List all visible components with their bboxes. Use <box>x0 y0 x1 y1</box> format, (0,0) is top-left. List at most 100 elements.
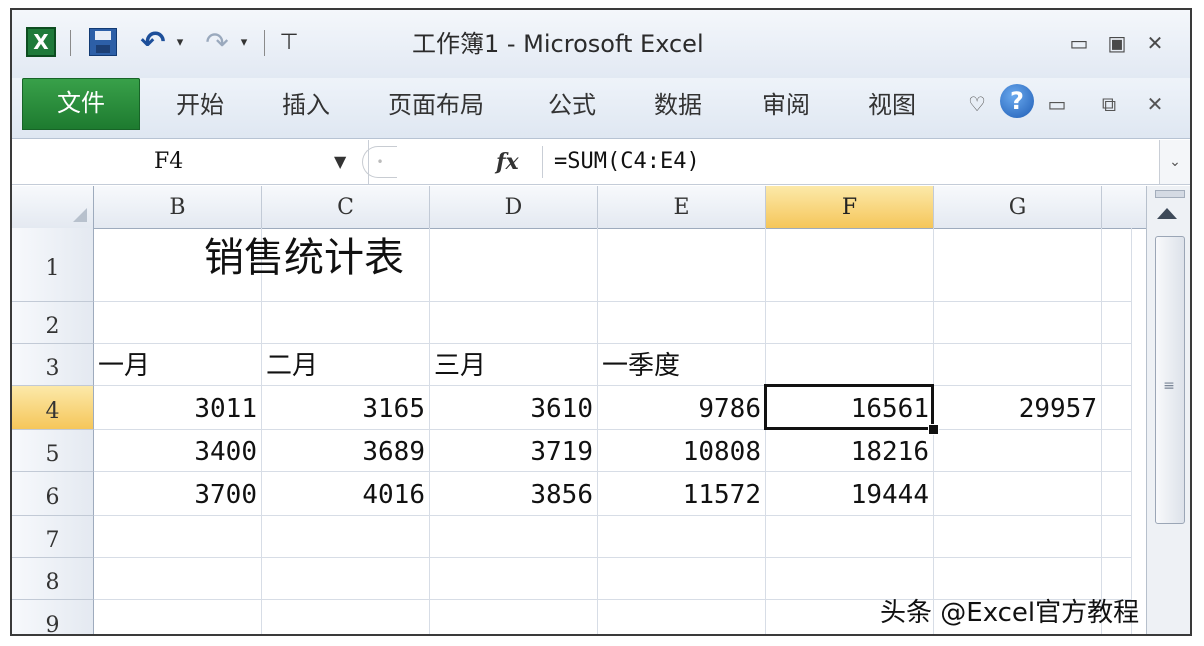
tab-data[interactable]: 数据 <box>654 78 702 130</box>
name-box[interactable]: F4 ▼ <box>12 140 369 184</box>
row-header-6[interactable]: 6 <box>12 472 94 516</box>
table-cell[interactable] <box>262 302 430 344</box>
sheet-title-cell[interactable]: 销售统计表 <box>204 228 404 288</box>
row-header-2[interactable]: 2 <box>12 302 94 344</box>
table-cell[interactable]: 3165 <box>262 386 430 430</box>
table-cell[interactable] <box>94 302 262 344</box>
table-cell[interactable]: 3610 <box>430 386 598 430</box>
table-cell[interactable] <box>430 302 598 344</box>
collapse-ribbon-button[interactable]: ♡ <box>964 88 990 120</box>
table-cell[interactable] <box>766 228 934 302</box>
table-cell[interactable] <box>1102 430 1132 472</box>
table-cell[interactable] <box>1102 302 1132 344</box>
table-cell[interactable] <box>94 558 262 600</box>
table-cell[interactable]: 3400 <box>94 430 262 472</box>
header-cell[interactable]: 一季度 <box>598 344 766 386</box>
help-icon[interactable]: ? <box>1000 84 1034 118</box>
row-header-7[interactable]: 7 <box>12 516 94 558</box>
column-header-f[interactable]: F <box>766 186 934 228</box>
row-header-3[interactable]: 3 <box>12 344 94 386</box>
undo-button[interactable]: ↶ <box>136 24 170 60</box>
scroll-up-icon[interactable] <box>1157 208 1177 219</box>
tab-page-layout[interactable]: 页面布局 <box>388 78 484 130</box>
table-cell[interactable]: 19444 <box>766 472 934 516</box>
table-cell[interactable]: 11572 <box>598 472 766 516</box>
column-header-g[interactable]: G <box>934 186 1102 228</box>
restore-button[interactable]: ▣ <box>1102 28 1132 58</box>
customize-qat-button[interactable]: ⊤ <box>276 24 302 60</box>
table-cell[interactable]: 3011 <box>94 386 262 430</box>
redo-button[interactable]: ↷ <box>202 24 232 60</box>
table-cell[interactable] <box>934 472 1102 516</box>
table-cell[interactable] <box>430 228 598 302</box>
table-cell[interactable] <box>934 516 1102 558</box>
row-header-4[interactable]: 4 <box>12 386 94 430</box>
table-cell[interactable]: 10808 <box>598 430 766 472</box>
table-cell[interactable] <box>1102 516 1132 558</box>
split-handle[interactable] <box>1155 190 1185 198</box>
table-cell[interactable] <box>262 516 430 558</box>
row-header-8[interactable]: 8 <box>12 558 94 600</box>
table-cell[interactable] <box>934 430 1102 472</box>
table-cell[interactable] <box>262 600 430 634</box>
expand-formula-bar-button[interactable]: ⌄ <box>1159 140 1190 184</box>
fill-handle[interactable] <box>928 424 939 435</box>
table-cell[interactable] <box>934 344 1102 386</box>
table-cell[interactable] <box>934 302 1102 344</box>
table-cell[interactable] <box>934 228 1102 302</box>
table-cell[interactable]: 3700 <box>94 472 262 516</box>
select-all-corner[interactable] <box>12 186 94 228</box>
table-cell[interactable] <box>430 558 598 600</box>
vertical-scrollbar[interactable]: ≡ <box>1146 186 1190 634</box>
tab-home[interactable]: 开始 <box>176 78 224 130</box>
doc-restore-button[interactable]: ⧉ <box>1096 88 1122 120</box>
table-cell[interactable] <box>598 558 766 600</box>
tab-file[interactable]: 文件 <box>22 78 140 130</box>
doc-close-button[interactable]: ✕ <box>1142 88 1168 120</box>
header-cell[interactable]: 三月 <box>430 344 598 386</box>
column-header-b[interactable]: B <box>94 186 262 228</box>
insert-function-icon[interactable]: fx <box>496 140 519 184</box>
minimize-button[interactable]: ▭ <box>1064 28 1094 58</box>
excel-app-icon[interactable]: X <box>24 24 58 60</box>
redo-dropdown-button[interactable]: ▾ <box>236 24 252 60</box>
tab-formulas[interactable]: 公式 <box>548 78 596 130</box>
table-cell[interactable] <box>766 302 934 344</box>
formula-bar-resize-handle[interactable]: • <box>362 146 397 178</box>
row-header-5[interactable]: 5 <box>12 430 94 472</box>
row-header-1[interactable]: 1 <box>12 228 94 302</box>
undo-dropdown-button[interactable]: ▾ <box>172 24 188 60</box>
table-cell[interactable] <box>766 516 934 558</box>
table-cell[interactable] <box>262 558 430 600</box>
column-header-c[interactable]: C <box>262 186 430 228</box>
table-cell[interactable] <box>94 516 262 558</box>
doc-minimize-button[interactable]: ▭ <box>1044 88 1070 120</box>
table-cell[interactable]: 9786 <box>598 386 766 430</box>
header-cell[interactable]: 一月 <box>94 344 262 386</box>
table-cell[interactable] <box>598 302 766 344</box>
table-cell[interactable] <box>94 600 262 634</box>
table-cell[interactable]: 16561 <box>766 386 934 430</box>
table-cell[interactable] <box>430 600 598 634</box>
column-header-e[interactable]: E <box>598 186 766 228</box>
header-cell[interactable]: 二月 <box>262 344 430 386</box>
table-cell[interactable] <box>598 228 766 302</box>
table-cell[interactable] <box>1102 344 1132 386</box>
tab-review[interactable]: 审阅 <box>762 78 810 130</box>
close-button[interactable]: ✕ <box>1140 28 1170 58</box>
tab-view[interactable]: 视图 <box>868 78 916 130</box>
tab-insert[interactable]: 插入 <box>282 78 330 130</box>
table-cell[interactable] <box>1102 228 1132 302</box>
table-cell[interactable]: 18216 <box>766 430 934 472</box>
table-cell[interactable]: 3689 <box>262 430 430 472</box>
formula-input[interactable]: =SUM(C4:E4) <box>554 140 700 184</box>
table-cell[interactable]: 3719 <box>430 430 598 472</box>
table-cell[interactable]: 29957 <box>934 386 1102 430</box>
table-cell[interactable] <box>598 516 766 558</box>
table-cell[interactable] <box>766 344 934 386</box>
table-cell[interactable] <box>1102 472 1132 516</box>
chevron-down-icon[interactable]: ▼ <box>334 140 346 184</box>
table-cell[interactable] <box>598 600 766 634</box>
table-cell[interactable] <box>1102 386 1132 430</box>
row-header-9[interactable]: 9 <box>12 600 94 634</box>
